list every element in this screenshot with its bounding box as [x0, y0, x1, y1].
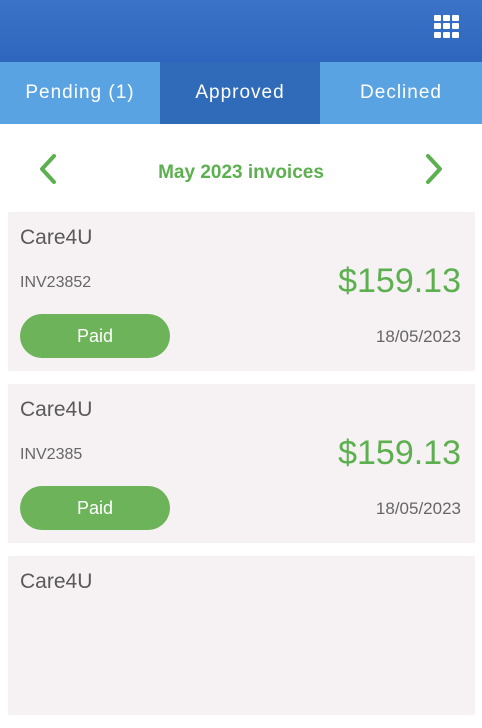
invoice-card[interactable]: Care4U INV2385 $159.13 Paid 18/05/2023 — [8, 384, 475, 543]
chevron-right-icon[interactable] — [422, 152, 446, 186]
status-badge[interactable]: Paid — [20, 486, 170, 530]
invoice-number: INV23852 — [20, 274, 92, 291]
tab-declined[interactable]: Declined — [320, 62, 482, 124]
invoice-card[interactable]: Care4U INV23852 $159.13 Paid 18/05/2023 — [8, 212, 475, 371]
invoice-number: INV2385 — [20, 446, 83, 463]
invoice-amount: $159.13 — [338, 262, 461, 300]
invoice-date: 18/05/2023 — [375, 327, 461, 346]
vendor-name: Care4U — [20, 226, 93, 249]
month-navigator: May 2023 invoices — [0, 124, 482, 212]
vendor-name: Care4U — [20, 570, 93, 593]
vendor-name: Care4U — [20, 398, 93, 421]
app-header — [0, 0, 482, 62]
grid-icon[interactable] — [434, 15, 459, 38]
invoice-amount: $159.13 — [338, 434, 461, 472]
invoice-list: Care4U INV23852 $159.13 Paid 18/05/2023 … — [8, 212, 475, 728]
tab-pending[interactable]: Pending (1) — [0, 62, 160, 124]
status-badge[interactable]: Paid — [20, 314, 170, 358]
tab-approved[interactable]: Approved — [160, 62, 320, 124]
invoice-date: 18/05/2023 — [375, 499, 461, 518]
month-title: May 2023 invoices — [158, 162, 324, 183]
status-tabs: Pending (1) Approved Declined — [0, 62, 482, 124]
